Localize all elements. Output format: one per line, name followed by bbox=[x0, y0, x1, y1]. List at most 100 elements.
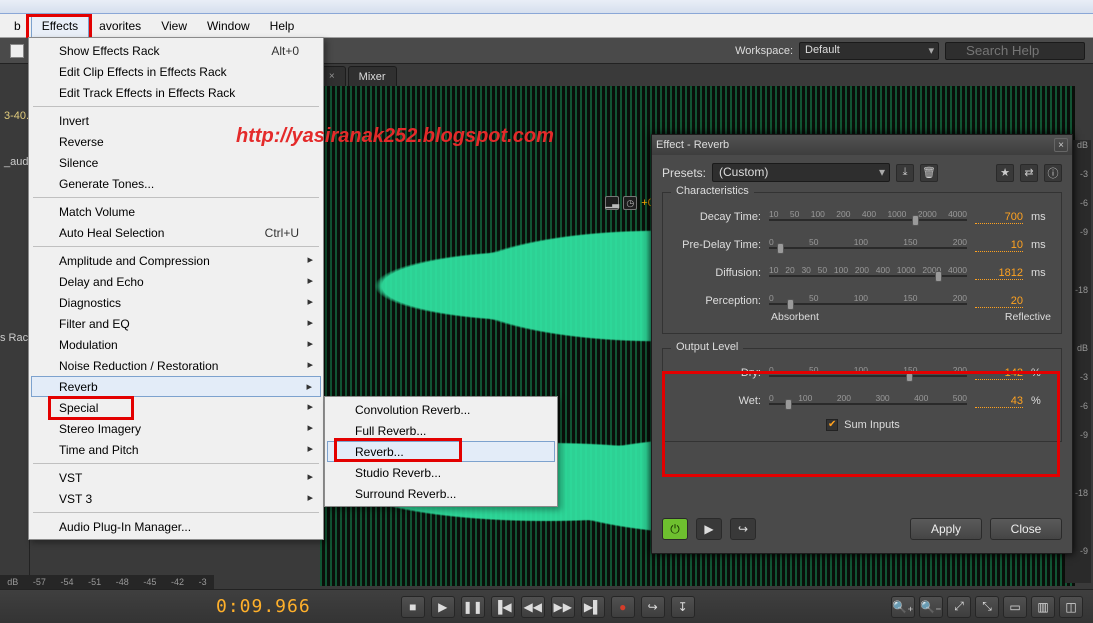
search-input[interactable] bbox=[945, 42, 1085, 60]
dialog-titlebar[interactable]: Effect - Reverb × bbox=[652, 135, 1072, 155]
preview-play-button[interactable]: ▶ bbox=[696, 518, 722, 540]
menu-item-show-effects-rack[interactable]: Show Effects Rack Alt+0 bbox=[31, 40, 321, 61]
menu-item-reverb[interactable]: Reverb bbox=[31, 376, 321, 397]
play-button[interactable]: ▶ bbox=[431, 596, 455, 618]
submenu-item-reverb[interactable]: Reverb... bbox=[327, 441, 555, 462]
slider-thumb[interactable] bbox=[785, 399, 792, 410]
transport-bar: 0:09.966 ■ ▶ ❚❚ ▐◀ ◀◀ ▶▶ ▶▌ ● ↪ ↧ 🔍₊ 🔍₋ … bbox=[0, 589, 1093, 623]
submenu-item-convolution-reverb[interactable]: Convolution Reverb... bbox=[327, 399, 555, 420]
delete-preset-icon[interactable]: 🗑 bbox=[920, 164, 938, 182]
hud-levels-icon[interactable]: ▁▃ bbox=[605, 196, 619, 210]
file-list-item[interactable]: _audi bbox=[4, 156, 31, 168]
slider-track[interactable]: 1050100200400100020004000 bbox=[769, 209, 967, 225]
timecode-display[interactable]: 0:09.966 bbox=[216, 596, 311, 617]
slider-value[interactable]: 43 bbox=[975, 395, 1023, 408]
submenu-item-surround-reverb[interactable]: Surround Reverb... bbox=[327, 483, 555, 504]
record-button[interactable]: ● bbox=[611, 596, 635, 618]
apply-button[interactable]: Apply bbox=[910, 518, 982, 540]
slider-value[interactable]: 700 bbox=[975, 211, 1023, 224]
menu-item-edit-clip-effects-in-effects-rack[interactable]: Edit Clip Effects in Effects Rack bbox=[31, 61, 321, 82]
info-icon[interactable]: ⓘ bbox=[1044, 164, 1062, 182]
menu-item-amplitude-and-compression[interactable]: Amplitude and Compression bbox=[31, 250, 321, 271]
zoom-selection-button[interactable]: ⤡ bbox=[975, 596, 999, 618]
skip-selection-button[interactable]: ↧ bbox=[671, 596, 695, 618]
menu-item-reverse[interactable]: Reverse bbox=[31, 131, 321, 152]
slider-label: Perception: bbox=[675, 295, 761, 307]
menu-item-noise-reduction-restoration[interactable]: Noise Reduction / Restoration bbox=[31, 355, 321, 376]
close-icon[interactable]: × bbox=[1054, 138, 1068, 152]
slider-thumb[interactable] bbox=[787, 299, 794, 310]
submenu-item-studio-reverb[interactable]: Studio Reverb... bbox=[327, 462, 555, 483]
close-icon[interactable]: × bbox=[329, 71, 335, 82]
submenu-item-full-reverb[interactable]: Full Reverb... bbox=[327, 420, 555, 441]
slider-track[interactable]: 050100150200 bbox=[769, 365, 967, 381]
pause-button[interactable]: ❚❚ bbox=[461, 596, 485, 618]
zoom-out-button[interactable]: 🔍₋ bbox=[919, 596, 943, 618]
tab-mixer[interactable]: Mixer bbox=[348, 66, 397, 86]
slider-track[interactable]: 10203050100200400100020004000 bbox=[769, 265, 967, 281]
zoom-amplitude-button[interactable]: ◫ bbox=[1059, 596, 1083, 618]
menu-shortcut: Ctrl+U bbox=[265, 226, 299, 240]
skip-start-button[interactable]: ▐◀ bbox=[491, 596, 515, 618]
menu-item-clip-partial[interactable]: b bbox=[4, 15, 31, 37]
menu-item-modulation[interactable]: Modulation bbox=[31, 334, 321, 355]
loop-toggle[interactable]: ↪ bbox=[730, 518, 756, 540]
menu-item-special[interactable]: Special bbox=[31, 397, 321, 418]
slider-thumb[interactable] bbox=[935, 271, 942, 282]
mode-toggle-icon[interactable] bbox=[10, 44, 24, 58]
menu-item-silence[interactable]: Silence bbox=[31, 152, 321, 173]
zoom-full-button[interactable]: ⤢ bbox=[947, 596, 971, 618]
menu-item-delay-and-echo[interactable]: Delay and Echo bbox=[31, 271, 321, 292]
slider-track[interactable]: 050100150200 bbox=[769, 237, 967, 253]
tab-label: Mixer bbox=[359, 71, 386, 83]
slider-thumb[interactable] bbox=[777, 243, 784, 254]
rewind-button[interactable]: ◀◀ bbox=[521, 596, 545, 618]
menu-item-time-and-pitch[interactable]: Time and Pitch bbox=[31, 439, 321, 460]
menu-item-auto-heal-selection[interactable]: Auto Heal SelectionCtrl+U bbox=[31, 222, 321, 243]
loop-button[interactable]: ↪ bbox=[641, 596, 665, 618]
sum-inputs-checkbox[interactable]: ✔ bbox=[826, 419, 838, 431]
menu-item-invert[interactable]: Invert bbox=[31, 110, 321, 131]
power-toggle[interactable]: ⏻ bbox=[662, 518, 688, 540]
menu-item-generate-tones[interactable]: Generate Tones... bbox=[31, 173, 321, 194]
close-button[interactable]: Close bbox=[990, 518, 1062, 540]
menu-item-edit-track-effects-in-effects-rack[interactable]: Edit Track Effects in Effects Rack bbox=[31, 82, 321, 103]
slider-label: Pre-Delay Time: bbox=[675, 239, 761, 251]
slider-thumb[interactable] bbox=[912, 215, 919, 226]
save-preset-icon[interactable]: ⤓ bbox=[896, 164, 914, 182]
menu-shortcut: Alt+0 bbox=[271, 44, 299, 58]
channel-map-icon[interactable]: ⇄ bbox=[1020, 164, 1038, 182]
slider-value[interactable]: 142 bbox=[975, 367, 1023, 380]
slider-thumb[interactable] bbox=[906, 371, 913, 382]
window-title-bar bbox=[0, 0, 1093, 14]
menu-item-help[interactable]: Help bbox=[260, 15, 305, 37]
menu-item-window[interactable]: Window bbox=[197, 15, 260, 37]
hud-clock-icon[interactable]: ◷ bbox=[623, 196, 637, 210]
menu-item-label: Show Effects Rack bbox=[59, 44, 160, 58]
menu-item-favorites-partial[interactable]: avorites bbox=[89, 15, 151, 37]
stop-button[interactable]: ■ bbox=[401, 596, 425, 618]
fast-forward-button[interactable]: ▶▶ bbox=[551, 596, 575, 618]
presets-select[interactable]: (Custom) bbox=[712, 163, 890, 182]
menu-item-audio-plug-in-manager[interactable]: Audio Plug-In Manager... bbox=[31, 516, 321, 537]
menu-item-filter-and-eq[interactable]: Filter and EQ bbox=[31, 313, 321, 334]
slider-track[interactable]: 0100200300400500 bbox=[769, 393, 967, 409]
slider-value[interactable]: 1812 bbox=[975, 267, 1023, 280]
skip-end-button[interactable]: ▶▌ bbox=[581, 596, 605, 618]
zoom-in-button[interactable]: 🔍₊ bbox=[891, 596, 915, 618]
menu-item-view[interactable]: View bbox=[151, 15, 197, 37]
slider-track[interactable]: 050100150200 bbox=[769, 293, 967, 309]
slider-value[interactable]: 10 bbox=[975, 239, 1023, 252]
characteristics-group: Characteristics Decay Time:1050100200400… bbox=[662, 192, 1062, 334]
slider-value[interactable]: 20 bbox=[975, 295, 1023, 308]
zoom-out-time-button[interactable]: ▥ bbox=[1031, 596, 1055, 618]
menu-item-diagnostics[interactable]: Diagnostics bbox=[31, 292, 321, 313]
menu-item-vst-3[interactable]: VST 3 bbox=[31, 488, 321, 509]
zoom-in-time-button[interactable]: ▭ bbox=[1003, 596, 1027, 618]
favorite-icon[interactable]: ★ bbox=[996, 164, 1014, 182]
menu-item-effects[interactable]: Effects bbox=[31, 14, 89, 38]
workspace-select[interactable]: Default bbox=[799, 42, 939, 60]
menu-item-vst[interactable]: VST bbox=[31, 467, 321, 488]
menu-item-match-volume[interactable]: Match Volume bbox=[31, 201, 321, 222]
menu-item-stereo-imagery[interactable]: Stereo Imagery bbox=[31, 418, 321, 439]
